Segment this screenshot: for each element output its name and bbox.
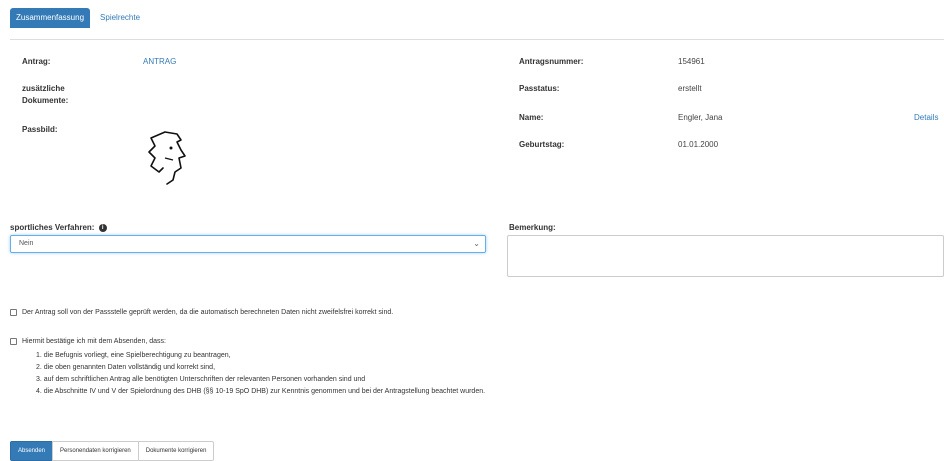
action-button-group: Absenden Personendaten korrigieren Dokum… bbox=[10, 441, 215, 461]
details-link[interactable]: Details bbox=[914, 113, 938, 122]
dokumente-label-line1: zusätzliche bbox=[22, 84, 65, 93]
personendaten-korrigieren-button[interactable]: Personendaten korrigieren bbox=[52, 441, 139, 461]
antragsnummer-label: Antragsnummer: bbox=[519, 57, 584, 66]
name-label: Name: bbox=[519, 113, 544, 122]
tab-spielrechte[interactable]: Spielrechte bbox=[90, 8, 150, 28]
verfahren-select-value: Nein bbox=[19, 240, 34, 247]
bestaetigung-text: Hiermit bestätige ich mit dem Absenden, … bbox=[22, 338, 166, 345]
passbild-label: Passbild: bbox=[22, 125, 58, 134]
verfahren-select[interactable]: Nein ⌄ bbox=[10, 235, 486, 253]
geburtstag-value: 01.01.2000 bbox=[678, 140, 719, 149]
absenden-button[interactable]: Absenden bbox=[10, 441, 54, 461]
verfahren-label-text: sportliches Verfahren: bbox=[10, 223, 95, 232]
dokumente-korrigieren-button[interactable]: Dokumente korrigieren bbox=[137, 441, 215, 461]
antragsnummer-value: 154961 bbox=[678, 57, 705, 66]
passstatus-label: Passtatus: bbox=[519, 84, 560, 93]
name-value: Engler, Jana bbox=[678, 113, 723, 122]
tab-divider bbox=[10, 39, 944, 40]
antrag-label: Antrag: bbox=[22, 57, 51, 66]
chevron-down-icon: ⌄ bbox=[473, 239, 480, 248]
list-item: 4. die Abschnitte IV und V der Spielordn… bbox=[36, 388, 486, 395]
bestaetigung-checkbox[interactable] bbox=[10, 338, 17, 345]
tab-zusammenfassung[interactable]: Zusammenfassung bbox=[10, 8, 91, 28]
bemerkung-textarea[interactable] bbox=[507, 235, 944, 277]
pruefung-text: Der Antrag soll von der Passstelle geprü… bbox=[22, 309, 394, 316]
dokumente-label-line2: Dokumente: bbox=[22, 96, 69, 105]
geburtstag-label: Geburtstag: bbox=[519, 140, 565, 149]
verfahren-label: sportliches Verfahren: i bbox=[10, 223, 107, 232]
bemerkung-label: Bemerkung: bbox=[509, 223, 556, 232]
tab-bar: Zusammenfassung Spielrechte bbox=[10, 8, 150, 28]
antrag-link[interactable]: ANTRAG bbox=[143, 57, 176, 66]
bestaetigung-list: 1. die Befugnis vorliegt, eine Spielbere… bbox=[36, 350, 485, 398]
list-item: 1. die Befugnis vorliegt, eine Spielbere… bbox=[36, 352, 231, 359]
passbild-image bbox=[148, 131, 186, 185]
pruefung-checkbox[interactable] bbox=[10, 309, 17, 316]
list-item: 3. auf dem schriftlichen Antrag alle ben… bbox=[36, 376, 366, 383]
passstatus-value: erstellt bbox=[678, 84, 702, 93]
list-item: 2. die oben genannten Daten vollständig … bbox=[36, 364, 216, 371]
info-icon[interactable]: i bbox=[98, 223, 107, 232]
